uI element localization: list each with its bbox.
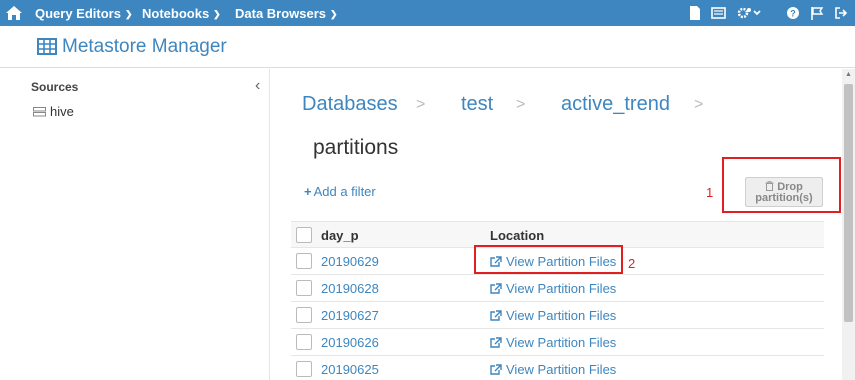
- drop-button-label-line2: partition(s): [755, 192, 813, 204]
- annotation-marker-2: 2: [628, 256, 636, 271]
- help-icon[interactable]: ?: [786, 5, 800, 21]
- app-title: Metastore Manager: [62, 36, 227, 57]
- table-row: 20190627 View Partition Files: [291, 302, 824, 329]
- scrollbar-thumb[interactable]: [844, 84, 853, 322]
- view-partition-files-link[interactable]: View Partition Files: [490, 308, 616, 323]
- chevron-down-icon: ❯: [330, 9, 338, 19]
- external-link-icon: [490, 310, 502, 321]
- document-icon[interactable]: [688, 5, 702, 21]
- nav-notebooks-label: Notebooks: [142, 6, 210, 21]
- row-checkbox[interactable]: [296, 361, 312, 377]
- page-title: partitions: [313, 136, 399, 159]
- annotation-box-2: [474, 245, 623, 274]
- partition-value-link[interactable]: 20190629: [321, 254, 379, 269]
- row-checkbox[interactable]: [296, 253, 312, 269]
- nav-data-browsers[interactable]: Data Browsers ❯: [235, 6, 338, 21]
- svg-text:?: ?: [790, 9, 796, 19]
- nav-notebooks[interactable]: Notebooks ❯: [142, 6, 221, 21]
- partition-value-link[interactable]: 20190627: [321, 308, 379, 323]
- partition-value-link[interactable]: 20190628: [321, 281, 379, 296]
- breadcrumb-test[interactable]: test: [461, 93, 493, 116]
- scroll-up-arrow-icon[interactable]: ▲: [845, 71, 852, 78]
- nav-query-editors[interactable]: Query Editors ❯: [35, 6, 133, 21]
- chevron-down-icon: ❯: [213, 9, 221, 19]
- view-partition-files-label: View Partition Files: [506, 335, 617, 350]
- database-server-icon: [33, 107, 46, 117]
- add-filter-label: Add a filter: [313, 184, 376, 199]
- breadcrumb-separator: >: [694, 96, 704, 113]
- drop-partitions-button[interactable]: Drop partition(s): [745, 177, 823, 207]
- view-partition-files-label: View Partition Files: [506, 362, 617, 377]
- view-partition-files-link[interactable]: View Partition Files: [490, 362, 616, 377]
- select-all-checkbox[interactable]: [296, 227, 312, 243]
- trash-icon: [765, 181, 774, 191]
- row-checkbox[interactable]: [296, 280, 312, 296]
- table-row: 20190628 View Partition Files: [291, 275, 824, 302]
- jobs-icon[interactable]: [711, 5, 726, 21]
- sources-sidebar: Sources ‹ hive: [0, 69, 270, 380]
- table-header-row: day_p Location: [291, 221, 824, 248]
- annotation-marker-1: 1: [706, 185, 714, 200]
- external-link-icon: [490, 364, 502, 375]
- sidebar-heading: Sources: [31, 80, 79, 94]
- table-row: 20190625 View Partition Files: [291, 356, 824, 380]
- sidebar-item-label: hive: [50, 104, 74, 119]
- row-checkbox[interactable]: [296, 334, 312, 350]
- table-row: 20190626 View Partition Files: [291, 329, 824, 356]
- breadcrumb-separator: >: [516, 96, 526, 113]
- column-header-day-p[interactable]: day_p: [321, 228, 359, 243]
- breadcrumb-separator: >: [416, 96, 426, 113]
- nav-query-editors-label: Query Editors: [35, 6, 121, 21]
- column-header-location[interactable]: Location: [490, 228, 544, 243]
- view-partition-files-label: View Partition Files: [506, 281, 617, 296]
- table-grid-icon: [37, 38, 57, 55]
- add-filter-link[interactable]: + Add a filter: [304, 184, 376, 199]
- breadcrumb-databases[interactable]: Databases: [302, 93, 398, 116]
- external-link-icon: [490, 283, 502, 294]
- page-header: Metastore Manager: [0, 26, 855, 68]
- breadcrumb-active-trend[interactable]: active_trend: [561, 93, 670, 116]
- collapse-sidebar-icon[interactable]: ‹: [255, 77, 260, 95]
- settings-gear-icon[interactable]: [737, 5, 761, 21]
- external-link-icon: [490, 337, 502, 348]
- view-partition-files-label: View Partition Files: [506, 308, 617, 323]
- nav-data-browsers-label: Data Browsers: [235, 6, 327, 21]
- sidebar-item-hive[interactable]: hive: [33, 104, 74, 119]
- row-checkbox[interactable]: [296, 307, 312, 323]
- chevron-down-icon: ❯: [124, 9, 133, 19]
- partition-value-link[interactable]: 20190625: [321, 362, 379, 377]
- partition-value-link[interactable]: 20190626: [321, 335, 379, 350]
- view-partition-files-link[interactable]: View Partition Files: [490, 335, 616, 350]
- logout-icon[interactable]: [834, 5, 848, 21]
- top-navigation-bar: Query Editors ❯ Notebooks ❯ Data Browsers ❯…: [0, 0, 855, 26]
- plus-icon: +: [304, 184, 312, 199]
- home-icon[interactable]: [5, 4, 23, 22]
- flag-icon[interactable]: [810, 5, 824, 21]
- view-partition-files-link[interactable]: View Partition Files: [490, 281, 616, 296]
